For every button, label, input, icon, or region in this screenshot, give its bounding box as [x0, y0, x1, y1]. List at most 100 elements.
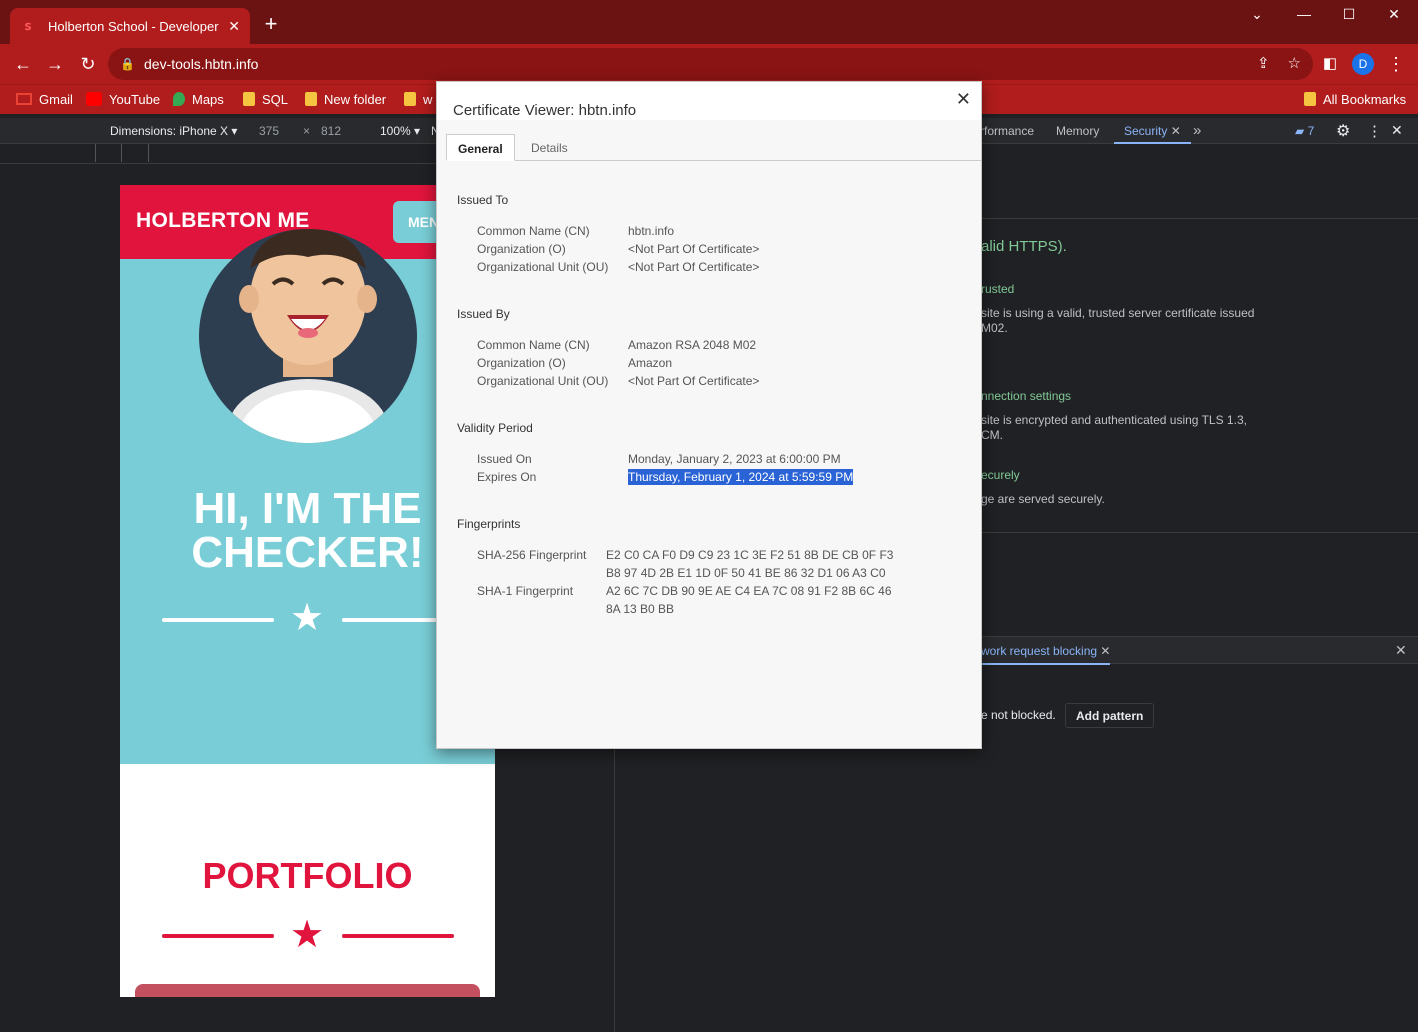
field-label: Expires On [477, 470, 537, 484]
browser-tab[interactable]: ꜱ Holberton School - Developer to ✕ [10, 8, 250, 44]
maps-pin-icon [173, 92, 185, 106]
drawer-close-icon[interactable]: ✕ [1395, 642, 1407, 659]
folder-icon [1304, 92, 1316, 106]
certificate-viewer-dialog: Certificate Viewer: hbtn.info ✕ General … [436, 81, 982, 749]
new-tab-icon[interactable]: + [260, 13, 282, 35]
field-label: Common Name (CN) [477, 224, 590, 238]
bookmark-maps[interactable]: Maps [173, 90, 224, 108]
certificate-tabs: General Details [446, 134, 981, 161]
devtools-close-icon[interactable]: ✕ [1391, 122, 1403, 139]
width-input[interactable]: 375 [259, 124, 279, 138]
field-label: Organization (O) [477, 356, 566, 370]
bookmark-new-folder[interactable]: New folder [305, 90, 386, 108]
sha256-value: E2 C0 CA F0 D9 C9 23 1C 3E F2 51 8B DE C… [606, 548, 894, 562]
profile-avatar[interactable]: D [1352, 53, 1374, 75]
field-label: Organization (O) [477, 242, 566, 256]
address-bar[interactable]: 🔒 dev-tools.hbtn.info ⇪ ☆ [108, 48, 1313, 80]
lock-icon[interactable]: 🔒 [120, 57, 135, 71]
connection-text-2: CM. [981, 428, 1003, 442]
validity-heading: Validity Period [457, 421, 533, 435]
tab-general[interactable]: General [446, 134, 515, 161]
settings-gear-icon[interactable]: ⚙ [1336, 121, 1350, 141]
zoom-select[interactable]: 100% ▾ [380, 124, 420, 138]
issues-badge[interactable]: ▰ 7 [1295, 124, 1314, 138]
bookmark-youtube[interactable]: YouTube [86, 90, 160, 108]
dialog-title: Certificate Viewer: hbtn.info [453, 102, 637, 119]
side-panel-icon[interactable]: ◧ [1320, 54, 1340, 74]
expires-on-value-selected[interactable]: Thursday, February 1, 2024 at 5:59:59 PM [628, 469, 854, 485]
field-label: Common Name (CN) [477, 338, 590, 352]
bookmark-sql[interactable]: SQL [243, 90, 288, 108]
star-icon: ★ [290, 914, 325, 956]
folder-icon [404, 92, 416, 106]
portfolio-card[interactable] [135, 984, 480, 997]
add-pattern-button[interactable]: Add pattern [1065, 703, 1155, 728]
tab-search-icon[interactable]: ⌄ [1244, 6, 1270, 26]
dimensions-select[interactable]: Dimensions: iPhone X ▾ [110, 124, 237, 138]
fingerprints-heading: Fingerprints [457, 517, 521, 531]
folder-icon [305, 92, 317, 106]
field-value: Amazon RSA 2048 M02 [628, 338, 757, 352]
all-bookmarks[interactable]: All Bookmarks [1304, 90, 1406, 108]
field-value: <Not Part Of Certificate> [628, 242, 760, 256]
field-value: <Not Part Of Certificate> [628, 260, 760, 274]
issued-by-heading: Issued By [457, 307, 510, 321]
connection-text: site is encrypted and authenticated usin… [981, 413, 1247, 427]
back-icon[interactable]: ← [11, 52, 35, 76]
gmail-icon [16, 93, 32, 105]
connection-heading: nnection settings [981, 389, 1072, 403]
tab-close-icon[interactable]: ✕ [228, 18, 240, 35]
certificate-text-2: M02. [981, 321, 1008, 335]
issued-to-heading: Issued To [457, 193, 509, 207]
dialog-close-icon[interactable]: ✕ [956, 89, 971, 110]
field-label: Organizational Unit (OU) [477, 374, 609, 388]
tab-performance[interactable]: rformance [980, 124, 1034, 138]
divider-line-left-red [162, 934, 274, 938]
bookmark-star-icon[interactable]: ☆ [1288, 54, 1301, 72]
youtube-icon [86, 92, 102, 106]
tab-security[interactable]: Security ✕ [1114, 118, 1191, 144]
field-label: Organizational Unit (OU) [477, 260, 609, 274]
bookmark-w[interactable]: w [404, 90, 432, 108]
divider-line-left [162, 618, 274, 622]
devtools-menu-icon[interactable]: ⋮ [1367, 122, 1382, 140]
field-value: Monday, January 2, 2023 at 6:00:00 PM [628, 452, 841, 466]
field-label: Issued On [477, 452, 532, 466]
folder-icon [243, 92, 255, 106]
reload-icon[interactable]: ↻ [76, 52, 100, 76]
portfolio-heading: PORTFOLIO [202, 855, 413, 896]
field-value: <Not Part Of Certificate> [628, 374, 760, 388]
tab-title: Holberton School - Developer to [48, 18, 221, 34]
share-icon[interactable]: ⇪ [1257, 54, 1270, 72]
more-tabs-icon[interactable]: » [1193, 122, 1201, 139]
avatar [199, 229, 417, 443]
holberton-favicon-icon: ꜱ [24, 18, 32, 33]
window-close-icon[interactable]: ✕ [1381, 6, 1407, 26]
tab-memory[interactable]: Memory [1056, 124, 1099, 138]
certificate-heading: rusted [981, 282, 1015, 296]
sha1-value-2: 8A 13 B0 BB [606, 602, 675, 616]
close-tab-icon[interactable]: ✕ [1171, 124, 1181, 138]
resources-heading: ecurely [981, 468, 1020, 482]
times-sign: × [303, 124, 311, 138]
field-label: SHA-1 Fingerprint [477, 584, 574, 598]
resources-text: ge are served securely. [981, 492, 1105, 506]
tab-network-request-blocking[interactable]: work request blocking ✕ [981, 637, 1111, 665]
tab-details[interactable]: Details [520, 134, 579, 161]
field-value: hbtn.info [628, 224, 675, 238]
close-drawer-tab-icon[interactable]: ✕ [1100, 644, 1110, 658]
issues-icon: ▰ [1295, 124, 1305, 138]
maximize-icon[interactable]: ☐ [1336, 6, 1362, 26]
height-input[interactable]: 812 [321, 124, 341, 138]
sha1-value: A2 6C 7C DB 90 9E AE C4 EA 7C 08 91 F2 8… [606, 584, 892, 598]
site-brand[interactable]: HOLBERTON ME [136, 209, 310, 233]
chrome-menu-icon[interactable]: ⋮ [1384, 52, 1408, 76]
sha256-value-2: B8 97 4D 2B E1 1D 0F 50 41 BE 86 32 D1 0… [606, 566, 886, 580]
blocking-status: e not blocked. [981, 708, 1056, 722]
star-icon: ★ [290, 597, 325, 639]
minimize-icon[interactable]: — [1291, 6, 1317, 26]
forward-icon[interactable]: → [43, 52, 67, 76]
url-text: dev-tools.hbtn.info [144, 56, 259, 72]
bookmark-gmail[interactable]: Gmail [16, 90, 73, 108]
divider-line-right-red [342, 934, 454, 938]
